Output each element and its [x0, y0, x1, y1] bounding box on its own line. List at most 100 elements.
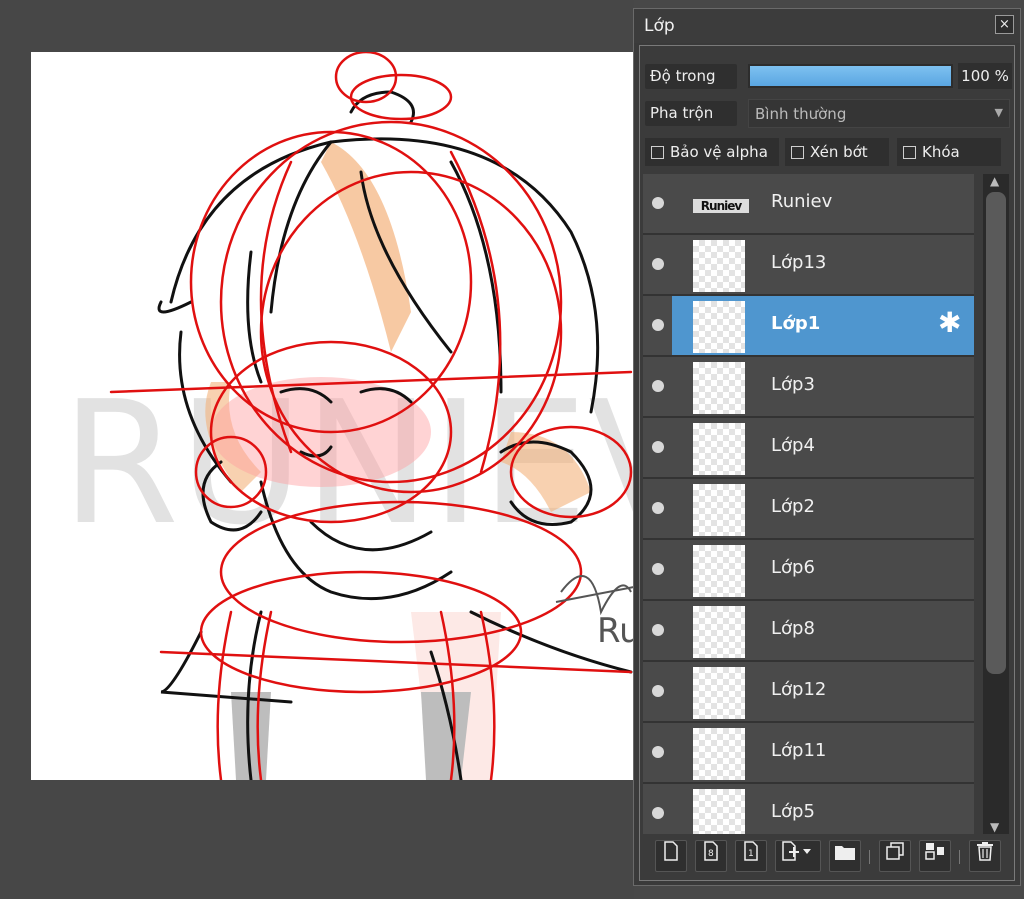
- visibility-toggle-icon[interactable]: [652, 258, 664, 270]
- svg-text:8: 8: [708, 849, 714, 859]
- clip-checkbox[interactable]: Xén bớt: [785, 138, 889, 166]
- opacity-slider-fill: [750, 66, 951, 86]
- scrollbar-thumb[interactable]: [986, 192, 1006, 674]
- layer-list[interactable]: Runiev Runiev Lớp13 Lớp1 ✱ Lớp3 Lớp4 Lớp2 Lớp6 Lớ…: [643, 174, 980, 834]
- duplicate-icon: [886, 842, 904, 860]
- visibility-toggle-icon[interactable]: [652, 624, 664, 636]
- new-8bit-layer-button[interactable]: 8: [695, 840, 727, 872]
- opacity-value[interactable]: 100 %: [958, 63, 1012, 89]
- layer-thumbnail: [693, 728, 745, 780]
- layer-thumbnail: [693, 362, 745, 414]
- visibility-toggle-icon[interactable]: [652, 685, 664, 697]
- layer-row[interactable]: Lớp3: [643, 357, 974, 418]
- clip-label: Xén bớt: [810, 143, 868, 161]
- new-folder-button[interactable]: [829, 840, 861, 872]
- toolbar-divider: [959, 850, 960, 864]
- checkbox-box: [791, 146, 804, 159]
- chevron-down-icon: ▼: [994, 106, 1003, 119]
- blend-label: Pha trộn: [650, 104, 714, 122]
- layer-row[interactable]: Lớp5: [643, 784, 974, 834]
- visibility-toggle-icon[interactable]: [652, 746, 664, 758]
- layer-thumbnail: [693, 606, 745, 658]
- merge-layer-button[interactable]: [919, 840, 951, 872]
- artwork-sketch: RUNIEV: [61, 52, 634, 780]
- close-button[interactable]: ×: [995, 15, 1014, 34]
- layer-row[interactable]: Lớp1 ✱: [643, 296, 974, 357]
- scroll-down-icon[interactable]: ▼: [990, 820, 999, 834]
- visibility-toggle-icon[interactable]: [652, 502, 664, 514]
- opacity-label-box: Độ trong: [645, 64, 737, 89]
- layer-thumbnail: [693, 301, 745, 353]
- lock-checkbox[interactable]: Khóa: [897, 138, 1001, 166]
- canvas-area[interactable]: RUNIEV: [0, 0, 634, 899]
- add-layer-dropdown-button[interactable]: [775, 840, 821, 872]
- gear-icon[interactable]: ✱: [938, 308, 961, 338]
- drawing-canvas[interactable]: RUNIEV: [31, 52, 634, 780]
- toolbar-divider: [869, 850, 870, 864]
- layer-row[interactable]: Lớp6: [643, 540, 974, 601]
- trash-icon: [977, 842, 993, 861]
- new-1bit-layer-icon: 1: [744, 841, 758, 861]
- opacity-label: Độ trong: [650, 67, 716, 85]
- layer-name: Runiev: [771, 191, 833, 212]
- layer-thumbnail: [693, 240, 745, 292]
- layer-name: Lớp5: [771, 801, 815, 822]
- visibility-toggle-icon[interactable]: [652, 380, 664, 392]
- blend-mode-select[interactable]: Bình thường ▼: [748, 99, 1010, 128]
- panel-body: Độ trong 100 % Pha trộn Bình thường ▼ Bả…: [639, 45, 1015, 881]
- duplicate-layer-button[interactable]: [879, 840, 911, 872]
- visibility-toggle-icon[interactable]: [652, 807, 664, 819]
- layer-thumbnail: Runiev: [693, 179, 749, 231]
- panel-titlebar[interactable]: Lớp ×: [634, 9, 1020, 43]
- layer-name: Lớp13: [771, 252, 827, 273]
- svg-text:1: 1: [748, 849, 754, 859]
- visibility-toggle-icon[interactable]: [652, 563, 664, 575]
- layer-name: Lớp8: [771, 618, 815, 639]
- layer-thumbnail: [693, 423, 745, 475]
- layer-name: Lớp1: [771, 313, 821, 334]
- new-layer-icon: [664, 841, 678, 861]
- protect-alpha-checkbox[interactable]: Bảo vệ alpha: [645, 138, 779, 166]
- layer-thumbnail: [693, 545, 745, 597]
- layer-row[interactable]: Lớp13: [643, 235, 974, 296]
- layer-thumbnail: [693, 484, 745, 536]
- layer-name: Lớp6: [771, 557, 815, 578]
- layer-thumbnail: [693, 789, 745, 834]
- checkbox-box: [903, 146, 916, 159]
- new-layer-button[interactable]: [655, 840, 687, 872]
- lock-label: Khóa: [922, 143, 960, 161]
- protect-alpha-label: Bảo vệ alpha: [670, 143, 768, 161]
- merge-icon: [925, 843, 944, 860]
- opacity-slider[interactable]: [748, 64, 953, 88]
- folder-icon: [835, 846, 855, 860]
- layer-name: Lớp11: [771, 740, 827, 761]
- layer-thumbnail: [693, 667, 745, 719]
- layer-name: Lớp12: [771, 679, 827, 700]
- new-1bit-layer-button[interactable]: 1: [735, 840, 767, 872]
- panel-title: Lớp: [644, 16, 675, 36]
- layer-scrollbar[interactable]: ▲ ▼: [983, 174, 1009, 834]
- layer-toolbar: 8 1: [643, 838, 1011, 876]
- thumbnail-logo: Runiev: [693, 199, 749, 213]
- visibility-toggle-icon[interactable]: [652, 197, 664, 209]
- layer-name: Lớp3: [771, 374, 815, 395]
- blend-label-box: Pha trộn: [645, 101, 737, 126]
- visibility-toggle-icon[interactable]: [652, 319, 664, 331]
- layer-row[interactable]: Lớp2: [643, 479, 974, 540]
- layer-row[interactable]: Lớp12: [643, 662, 974, 723]
- layer-row[interactable]: Lớp4: [643, 418, 974, 479]
- signature-text: Ru: [597, 611, 634, 651]
- layer-name: Lớp2: [771, 496, 815, 517]
- layer-row[interactable]: Lớp8: [643, 601, 974, 662]
- scroll-up-icon[interactable]: ▲: [990, 174, 999, 188]
- layer-name: Lớp4: [771, 435, 815, 456]
- blend-mode-value: Bình thường: [755, 105, 847, 123]
- add-layer-dropdown-icon: [782, 841, 811, 861]
- delete-layer-button[interactable]: [969, 840, 1001, 872]
- visibility-toggle-icon[interactable]: [652, 441, 664, 453]
- layer-row[interactable]: Lớp11: [643, 723, 974, 784]
- checkbox-box: [651, 146, 664, 159]
- layer-row[interactable]: Runiev Runiev: [643, 174, 974, 235]
- layer-panel: Lớp × Độ trong 100 % Pha trộn Bình thườn…: [633, 8, 1021, 886]
- new-8bit-layer-icon: 8: [704, 841, 718, 861]
